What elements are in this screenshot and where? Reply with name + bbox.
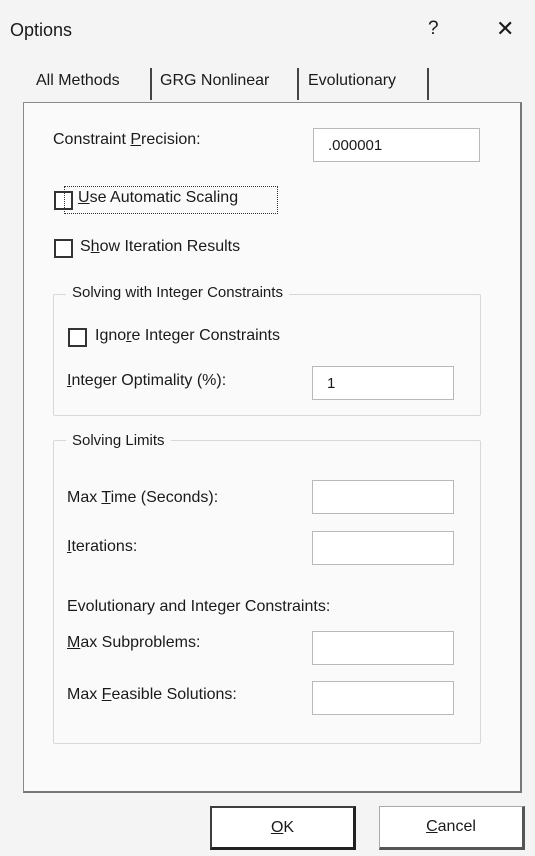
dialog-title: Options — [10, 20, 73, 40]
iterations-field[interactable] — [312, 531, 454, 565]
max-time-field[interactable] — [312, 480, 454, 514]
show-iteration-results-label[interactable]: Show Iteration Results — [80, 238, 240, 256]
tab-all-methods[interactable]: All Methods — [36, 72, 120, 90]
tab-evolutionary[interactable]: Evolutionary — [308, 72, 396, 90]
tab-grg-nonlinear[interactable]: GRG Nonlinear — [160, 72, 269, 90]
options-dialog: Options ? ✕ All Methods GRG Nonlinear Ev… — [0, 0, 535, 856]
constraint-precision-label: Constraint Precision: — [53, 131, 201, 148]
max-subproblems-field[interactable] — [312, 631, 454, 665]
max-feasible-solutions-label: Max Feasible Solutions: — [67, 686, 237, 703]
integer-optimality-label: Integer Optimality (%): — [67, 372, 227, 389]
close-icon[interactable]: ✕ — [496, 16, 514, 42]
max-time-label: Max Time (Seconds): — [67, 489, 219, 506]
cancel-button[interactable]: Cancel — [379, 806, 525, 850]
max-subproblems-label: Max Subproblems: — [67, 634, 201, 651]
ok-button[interactable]: OK — [210, 806, 356, 850]
solving-limits-group-title: Solving Limits — [66, 432, 171, 449]
integer-optimality-field[interactable]: 1 — [312, 366, 454, 400]
integer-constraints-group-title: Solving with Integer Constraints — [66, 284, 289, 301]
iterations-label: Iterations: — [67, 538, 138, 555]
show-iteration-results-checkbox[interactable] — [54, 239, 73, 258]
ignore-integer-constraints-label[interactable]: Ignore Integer Constraints — [95, 327, 280, 345]
evolutionary-integer-heading: Evolutionary and Integer Constraints: — [67, 598, 331, 615]
tab-divider — [427, 68, 429, 100]
use-automatic-scaling-label[interactable]: Use Automatic Scaling — [78, 189, 238, 207]
tab-divider — [150, 68, 152, 100]
constraint-precision-field[interactable]: .000001 — [313, 128, 480, 162]
ignore-integer-constraints-checkbox[interactable] — [68, 328, 87, 347]
max-feasible-solutions-field[interactable] — [312, 681, 454, 715]
help-icon[interactable]: ? — [428, 18, 439, 40]
tab-divider — [297, 68, 299, 100]
